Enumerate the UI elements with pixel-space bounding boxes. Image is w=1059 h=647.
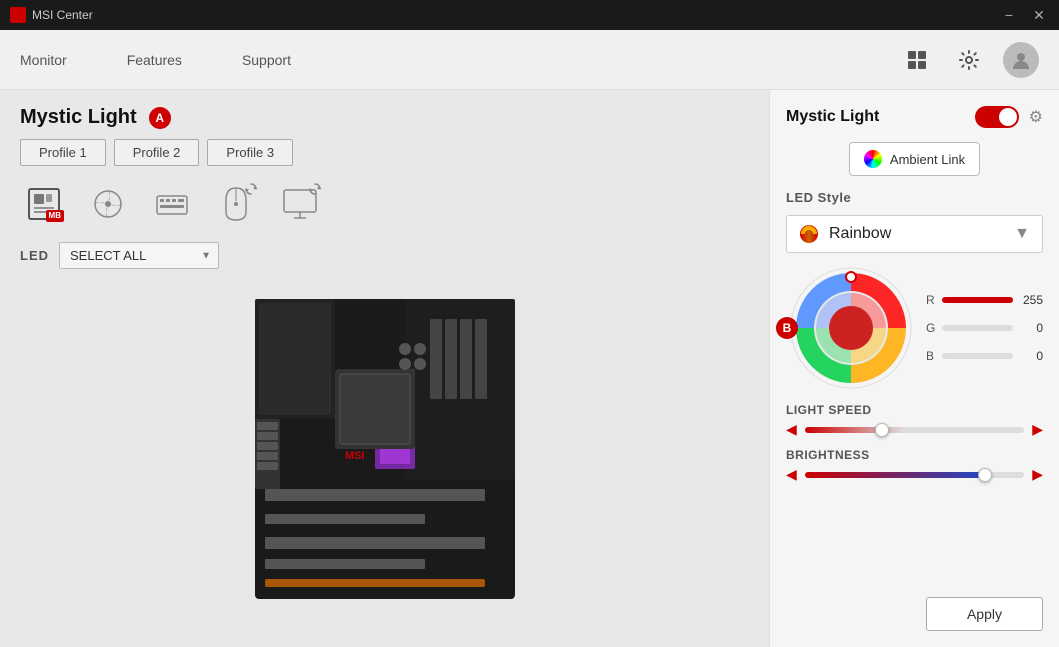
r-fill — [942, 297, 1013, 303]
right-header-controls: ⚙ — [975, 106, 1043, 128]
titlebar-title: MSI Center — [10, 7, 93, 23]
profile-tabs: Profile 1 Profile 2 Profile 3 — [20, 139, 749, 166]
main-content: Mystic Light A Profile 1 Profile 2 Profi… — [0, 90, 1059, 647]
device-motherboard[interactable]: MB — [20, 180, 68, 228]
right-panel: Mystic Light ⚙ Ambient Link LED Style — [769, 90, 1059, 647]
g-bar — [942, 325, 1013, 331]
mystic-light-header: Mystic Light A — [20, 106, 749, 129]
profile-2-tab[interactable]: Profile 2 — [114, 139, 200, 166]
titlebar-controls: − ✕ — [999, 8, 1049, 22]
brightness-slider-row: ◀ ▶ — [786, 466, 1043, 483]
msi-logo-icon — [10, 7, 26, 23]
light-speed-thumb[interactable] — [875, 423, 889, 437]
g-value: 0 — [1019, 321, 1043, 335]
r-label: R — [926, 293, 936, 307]
motherboard-image: MSI — [225, 289, 545, 609]
b-bar — [942, 353, 1013, 359]
mystic-light-toggle[interactable] — [975, 106, 1019, 128]
led-label: LED — [20, 248, 49, 263]
b-value: 0 — [1019, 349, 1043, 363]
board-image-area: MSI — [20, 279, 749, 619]
nav-support[interactable]: Support — [242, 47, 291, 73]
fan-icon — [90, 186, 126, 222]
close-button[interactable]: ✕ — [1029, 8, 1049, 22]
apply-button[interactable]: Apply — [926, 597, 1043, 631]
brightness-section: BRIGHTNESS ◀ ▶ — [786, 448, 1043, 483]
led-style-label: LED Style — [786, 190, 1043, 205]
color-wheel-area: B — [786, 263, 1043, 393]
sync-icon-monitor — [308, 182, 322, 196]
user-avatar-button[interactable] — [1003, 42, 1039, 78]
board-image: MSI — [215, 279, 555, 619]
devices-row: MB — [20, 180, 749, 228]
led-select-wrapper[interactable]: SELECT ALL EZ Debug LED Back I/O Front H… — [59, 242, 219, 269]
minimize-button[interactable]: − — [999, 8, 1019, 22]
brightness-track — [805, 472, 1024, 478]
color-wheel[interactable] — [786, 263, 916, 393]
right-header: Mystic Light ⚙ — [786, 106, 1043, 128]
light-speed-slider-container[interactable] — [805, 423, 1024, 437]
r-slider-row: R 255 — [926, 293, 1043, 307]
nav-links: Monitor Features Support — [20, 47, 291, 73]
user-avatar-icon — [1010, 49, 1032, 71]
light-speed-left-arrow[interactable]: ◀ — [786, 421, 797, 438]
brightness-label: BRIGHTNESS — [786, 448, 1043, 462]
light-speed-track — [805, 427, 1024, 433]
device-fan[interactable] — [84, 180, 132, 228]
mb-badge: MB — [46, 210, 64, 222]
device-keyboard[interactable] — [148, 180, 196, 228]
led-select[interactable]: SELECT ALL EZ Debug LED Back I/O Front H… — [59, 242, 219, 269]
navbar: Monitor Features Support — [0, 30, 1059, 90]
grid-view-button[interactable] — [899, 42, 935, 78]
r-value: 255 — [1019, 293, 1043, 307]
rgb-sliders: R 255 G 0 B — [926, 293, 1043, 363]
profile-1-tab[interactable]: Profile 1 — [20, 139, 106, 166]
ambient-link-button[interactable]: Ambient Link — [849, 142, 980, 176]
nav-monitor[interactable]: Monitor — [20, 47, 67, 73]
right-panel-title: Mystic Light — [786, 108, 879, 126]
device-monitor[interactable] — [276, 180, 324, 228]
led-style-dropdown[interactable]: Rainbow ▼ — [786, 215, 1043, 253]
settings-icon — [959, 50, 979, 70]
b-slider-row: B 0 — [926, 349, 1043, 363]
mystic-light-settings-icon[interactable]: ⚙ — [1029, 107, 1043, 127]
apply-section: Apply — [786, 587, 1043, 631]
led-select-row: LED SELECT ALL EZ Debug LED Back I/O Fro… — [20, 242, 749, 269]
g-slider-row: G 0 — [926, 321, 1043, 335]
ambient-link-container: Ambient Link — [786, 142, 1043, 176]
titlebar: MSI Center − ✕ — [0, 0, 1059, 30]
r-bar — [942, 297, 1013, 303]
g-label: G — [926, 321, 936, 335]
grid-icon — [907, 50, 927, 70]
badge-b: B — [776, 317, 798, 339]
badge-a: A — [149, 107, 171, 129]
led-style-left: Rainbow — [799, 224, 891, 244]
ambient-link-icon — [864, 150, 882, 168]
light-speed-section: LIGHT SPEED ◀ ▶ — [786, 403, 1043, 438]
keyboard-icon — [154, 186, 190, 222]
svg-text:MSI: MSI — [345, 450, 365, 462]
brightness-thumb[interactable] — [978, 468, 992, 482]
sync-icon — [244, 182, 258, 196]
left-panel: Mystic Light A Profile 1 Profile 2 Profi… — [0, 90, 769, 647]
nav-icons — [899, 42, 1039, 78]
light-speed-slider-row: ◀ ▶ — [786, 421, 1043, 438]
device-mouse[interactable] — [212, 180, 260, 228]
light-speed-label: LIGHT SPEED — [786, 403, 1043, 417]
nav-features[interactable]: Features — [127, 47, 182, 73]
brightness-left-arrow[interactable]: ◀ — [786, 466, 797, 483]
light-speed-right-arrow[interactable]: ▶ — [1032, 421, 1043, 438]
b-label: B — [926, 349, 936, 363]
app-title: MSI Center — [32, 8, 93, 22]
settings-button[interactable] — [951, 42, 987, 78]
brightness-right-arrow[interactable]: ▶ — [1032, 466, 1043, 483]
rainbow-icon — [799, 224, 819, 244]
brightness-slider-container[interactable] — [805, 468, 1024, 482]
ambient-link-label: Ambient Link — [890, 152, 965, 167]
led-style-chevron-icon: ▼ — [1014, 225, 1030, 243]
profile-3-tab[interactable]: Profile 3 — [207, 139, 293, 166]
mystic-light-title: Mystic Light — [20, 106, 137, 129]
led-style-value: Rainbow — [829, 225, 891, 243]
